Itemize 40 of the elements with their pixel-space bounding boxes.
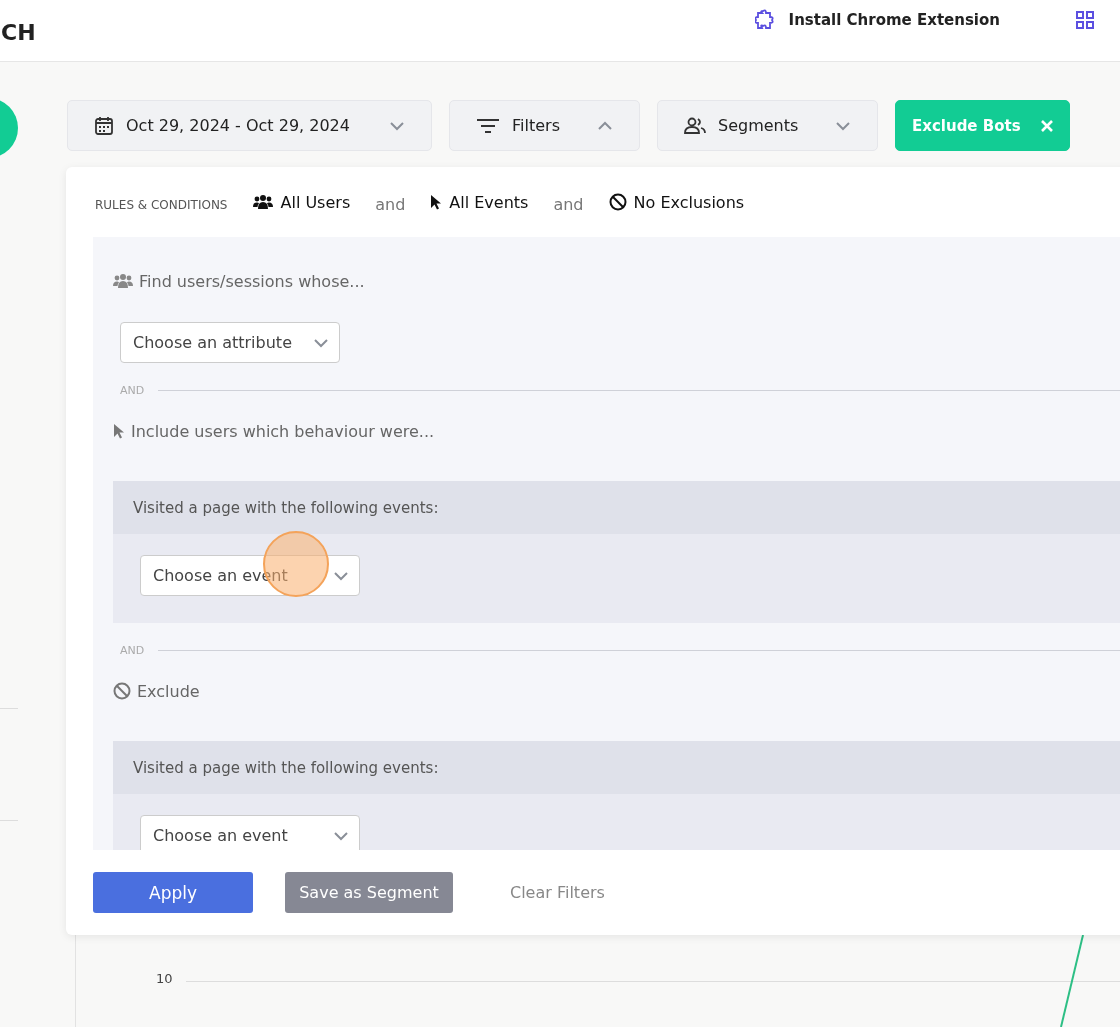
- ban-icon: [113, 682, 131, 700]
- clear-filters-link[interactable]: Clear Filters: [498, 872, 617, 913]
- section-title: Find users/sessions whose...: [113, 270, 1120, 292]
- segments-dropdown[interactable]: Segments: [657, 100, 878, 151]
- users-icon: [684, 116, 706, 135]
- logo-text: CH: [1, 19, 36, 45]
- all-users-filter[interactable]: All Users: [253, 192, 351, 212]
- filters-button[interactable]: Filters: [449, 100, 640, 151]
- calendar-icon: [94, 115, 114, 136]
- event-dropdown[interactable]: Choose an event: [140, 815, 360, 850]
- joiner-text: and: [553, 193, 584, 214]
- chevron-down-icon: [313, 337, 329, 348]
- no-exclusions-filter[interactable]: No Exclusions: [608, 192, 745, 212]
- section-title: Exclude: [113, 680, 1120, 702]
- event-block-header: Visited a page with the following events:: [113, 481, 1120, 534]
- rules-heading: RULES & CONDITIONS: [95, 197, 228, 212]
- chevron-down-icon: [333, 830, 349, 841]
- section-title: Include users which behaviour were...: [113, 420, 1120, 442]
- event-dropdown[interactable]: Choose an event: [140, 555, 360, 596]
- joiner-text: and: [375, 193, 406, 214]
- chevron-down-icon: [333, 570, 349, 581]
- and-label: AND: [120, 383, 145, 397]
- save-segment-button[interactable]: Save as Segment: [285, 872, 453, 913]
- close-icon[interactable]: [1041, 119, 1053, 132]
- filter-icon: [476, 117, 500, 134]
- install-extension-link[interactable]: Install Chrome Extension: [788, 10, 1000, 29]
- attribute-dropdown[interactable]: Choose an attribute: [120, 322, 340, 363]
- event-block-header: Visited a page with the following events:: [113, 741, 1120, 794]
- cursor-icon: [430, 194, 443, 210]
- ban-icon: [608, 193, 627, 211]
- all-events-filter[interactable]: All Events: [430, 192, 529, 212]
- cursor-icon: [113, 423, 125, 439]
- users-icon: [113, 273, 133, 289]
- puzzle-icon: [754, 8, 777, 31]
- date-range-picker[interactable]: Oct 29, 2024 - Oct 29, 2024: [67, 100, 432, 151]
- axis-tick-label: 10: [156, 971, 173, 986]
- users-icon: [253, 194, 274, 210]
- and-label: AND: [120, 643, 145, 657]
- apply-button[interactable]: Apply: [93, 872, 253, 913]
- grid-icon[interactable]: [1076, 10, 1094, 29]
